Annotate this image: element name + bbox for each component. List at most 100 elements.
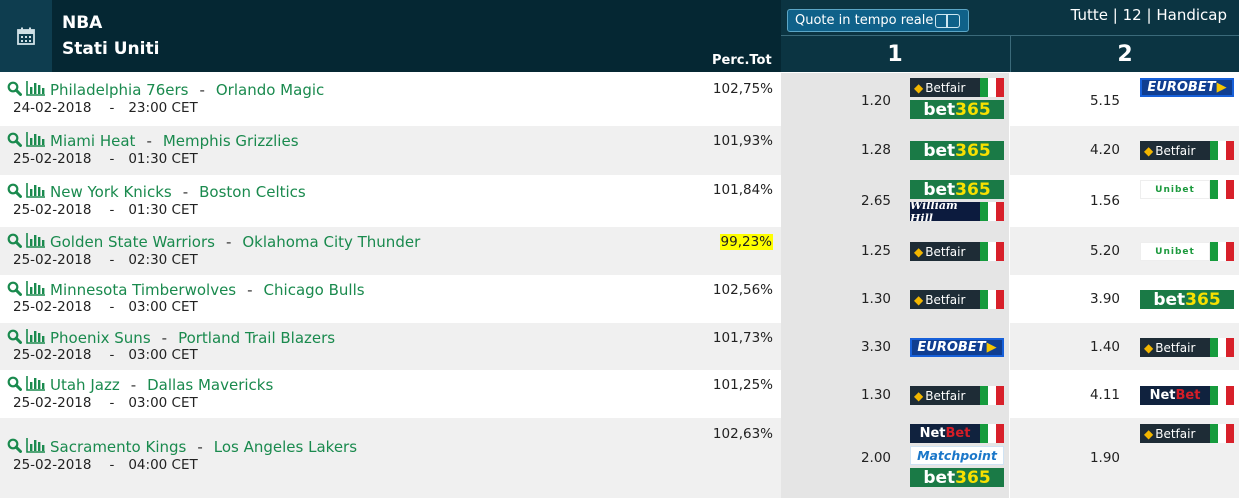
odds-value-2[interactable]: 5.20	[1010, 243, 1120, 259]
italy-flag-icon	[980, 202, 1004, 221]
home-team-link[interactable]: Miami Heat	[50, 132, 135, 150]
stats-icon[interactable]	[26, 375, 46, 395]
search-icon[interactable]	[7, 132, 22, 151]
odds-cell-1: 1.25 ◆ Betfair	[781, 227, 1010, 275]
match-row: New York Knicks - Boston Celtics 25-02-2018…	[0, 175, 1239, 227]
search-icon[interactable]	[7, 438, 22, 457]
search-icon[interactable]	[7, 329, 22, 348]
bookmakers-1: ◆ Betfair	[910, 242, 1004, 261]
home-team-link[interactable]: New York Knicks	[50, 183, 172, 201]
payout-percentage: 102,63%	[712, 426, 773, 442]
stats-icon[interactable]	[26, 80, 46, 100]
home-team-link[interactable]: Utah Jazz	[50, 376, 120, 394]
bookmaker-betfair[interactable]: ◆ Betfair	[910, 386, 1004, 405]
filter-handicap[interactable]: Handicap	[1156, 6, 1227, 24]
away-team-link[interactable]: Oklahoma City Thunder	[242, 233, 420, 251]
bookmaker-william-hill[interactable]: William Hill	[910, 202, 1004, 221]
search-icon[interactable]	[7, 376, 22, 395]
home-team-link[interactable]: Minnesota Timberwolves	[50, 281, 236, 299]
home-team-link[interactable]: Sacramento Kings	[50, 438, 186, 456]
match-row: Minnesota Timberwolves - Chicago Bulls 25-0…	[0, 275, 1239, 323]
away-team-link[interactable]: Memphis Grizzlies	[163, 132, 299, 150]
odds-value-1[interactable]: 1.20	[781, 93, 891, 109]
datetime-separator: -	[109, 151, 115, 167]
odds-value-2[interactable]: 1.40	[1010, 339, 1120, 355]
odds-value-2[interactable]: 3.90	[1010, 291, 1120, 307]
odds-value-1[interactable]: 3.30	[781, 339, 891, 355]
bookmaker-netbet[interactable]: Net Bet	[1140, 386, 1234, 405]
datetime-separator: -	[109, 347, 115, 363]
search-icon[interactable]	[7, 183, 22, 202]
team-separator: -	[247, 281, 253, 299]
bookmaker-bet365[interactable]: bet 365	[1140, 290, 1234, 309]
home-team-link[interactable]: Phoenix Suns	[50, 329, 151, 347]
search-icon[interactable]	[7, 81, 22, 100]
stats-icon[interactable]	[26, 232, 46, 252]
bookmaker-betfair[interactable]: ◆ Betfair	[910, 78, 1004, 97]
home-team-link[interactable]: Philadelphia 76ers	[50, 81, 188, 99]
match-info: Golden State Warriors - Oklahoma City Thun…	[0, 227, 781, 275]
bookmaker-netbet[interactable]: Net Bet	[910, 424, 1004, 443]
match-info: Minnesota Timberwolves - Chicago Bulls 25-0…	[0, 275, 781, 323]
odds-cell-1: 1.30 ◆ Betfair	[781, 370, 1010, 418]
stats-icon[interactable]	[26, 280, 46, 300]
odds-value-1[interactable]: 1.30	[781, 291, 891, 307]
bookmaker-unibet[interactable]: Unibet	[1140, 242, 1234, 261]
odds-value-2[interactable]: 5.15	[1010, 93, 1120, 109]
filter-tutte[interactable]: Tutte	[1071, 6, 1108, 24]
bookmaker-betfair[interactable]: ◆ Betfair	[1140, 338, 1234, 357]
away-team-link[interactable]: Boston Celtics	[199, 183, 306, 201]
filter-12[interactable]: 12	[1123, 6, 1142, 24]
away-team-link[interactable]: Portland Trail Blazers	[178, 329, 335, 347]
odds-value-2[interactable]: 4.20	[1010, 142, 1120, 158]
bookmaker-betfair[interactable]: ◆ Betfair	[1140, 424, 1234, 443]
bookmakers-2: EUROBET ▶	[1140, 78, 1234, 97]
bookmaker-bet365[interactable]: bet 365	[910, 100, 1004, 119]
home-team-link[interactable]: Golden State Warriors	[50, 233, 215, 251]
bookmakers-2: Net Bet	[1140, 386, 1234, 405]
match-row: Miami Heat - Memphis Grizzlies 25-02-2018-0…	[0, 126, 1239, 175]
odds-value-1[interactable]: 2.65	[781, 193, 891, 209]
live-odds-button[interactable]: Quote in tempo reale	[787, 9, 969, 32]
bookmaker-betfair[interactable]: ◆ Betfair	[1140, 141, 1234, 160]
payout-percentage: 101,25%	[712, 377, 773, 393]
search-icon[interactable]	[7, 281, 22, 300]
match-date: 25-02-2018	[13, 299, 92, 315]
odds-value-1[interactable]: 2.00	[781, 450, 891, 466]
bookmaker-bet365[interactable]: bet 365	[910, 180, 1004, 199]
bookmaker-bet365[interactable]: bet 365	[910, 468, 1004, 487]
match-datetime: 25-02-2018 -01:30 CET	[13, 151, 198, 167]
odds-value-2[interactable]: 1.56	[1010, 193, 1120, 209]
odds-value-1[interactable]: 1.30	[781, 387, 891, 403]
away-team-link[interactable]: Chicago Bulls	[264, 281, 365, 299]
stats-icon[interactable]	[26, 131, 46, 151]
bookmaker-eurobet[interactable]: EUROBET ▶	[910, 338, 1004, 357]
stats-icon[interactable]	[26, 182, 46, 202]
toggle-icon	[935, 14, 960, 28]
odds-value-2[interactable]: 1.90	[1010, 450, 1120, 466]
bookmaker-unibet[interactable]: Unibet	[1140, 180, 1234, 199]
match-row: Utah Jazz - Dallas Mavericks 25-02-2018-03:…	[0, 370, 1239, 418]
odds-cell-2: 1.90 ◆ Betfair	[1010, 418, 1239, 498]
odds-value-1[interactable]: 1.28	[781, 142, 891, 158]
match-info: Sacramento Kings - Los Angeles Lakers 25-02…	[0, 418, 781, 498]
match-row: Philadelphia 76ers - Orlando Magic 24-02-20…	[0, 73, 1239, 126]
search-icon[interactable]	[7, 233, 22, 252]
match-title: Utah Jazz - Dallas Mavericks	[7, 375, 273, 395]
match-date: 25-02-2018	[13, 457, 92, 473]
bookmakers-1: ◆ Betfair	[910, 386, 1004, 405]
match-row: Sacramento Kings - Los Angeles Lakers 25-02…	[0, 418, 1239, 498]
bookmaker-eurobet[interactable]: EUROBET ▶	[1140, 78, 1234, 97]
away-team-link[interactable]: Los Angeles Lakers	[214, 438, 357, 456]
bookmaker-matchpoint[interactable]: Matchpoint	[910, 446, 1004, 465]
odds-value-2[interactable]: 4.11	[1010, 387, 1120, 403]
calendar-icon[interactable]	[0, 0, 52, 72]
stats-icon[interactable]	[26, 437, 46, 457]
bookmaker-bet365[interactable]: bet 365	[910, 141, 1004, 160]
away-team-link[interactable]: Orlando Magic	[216, 81, 324, 99]
away-team-link[interactable]: Dallas Mavericks	[147, 376, 273, 394]
bookmaker-betfair[interactable]: ◆ Betfair	[910, 290, 1004, 309]
odds-value-1[interactable]: 1.25	[781, 243, 891, 259]
stats-icon[interactable]	[26, 328, 46, 348]
bookmaker-betfair[interactable]: ◆ Betfair	[910, 242, 1004, 261]
